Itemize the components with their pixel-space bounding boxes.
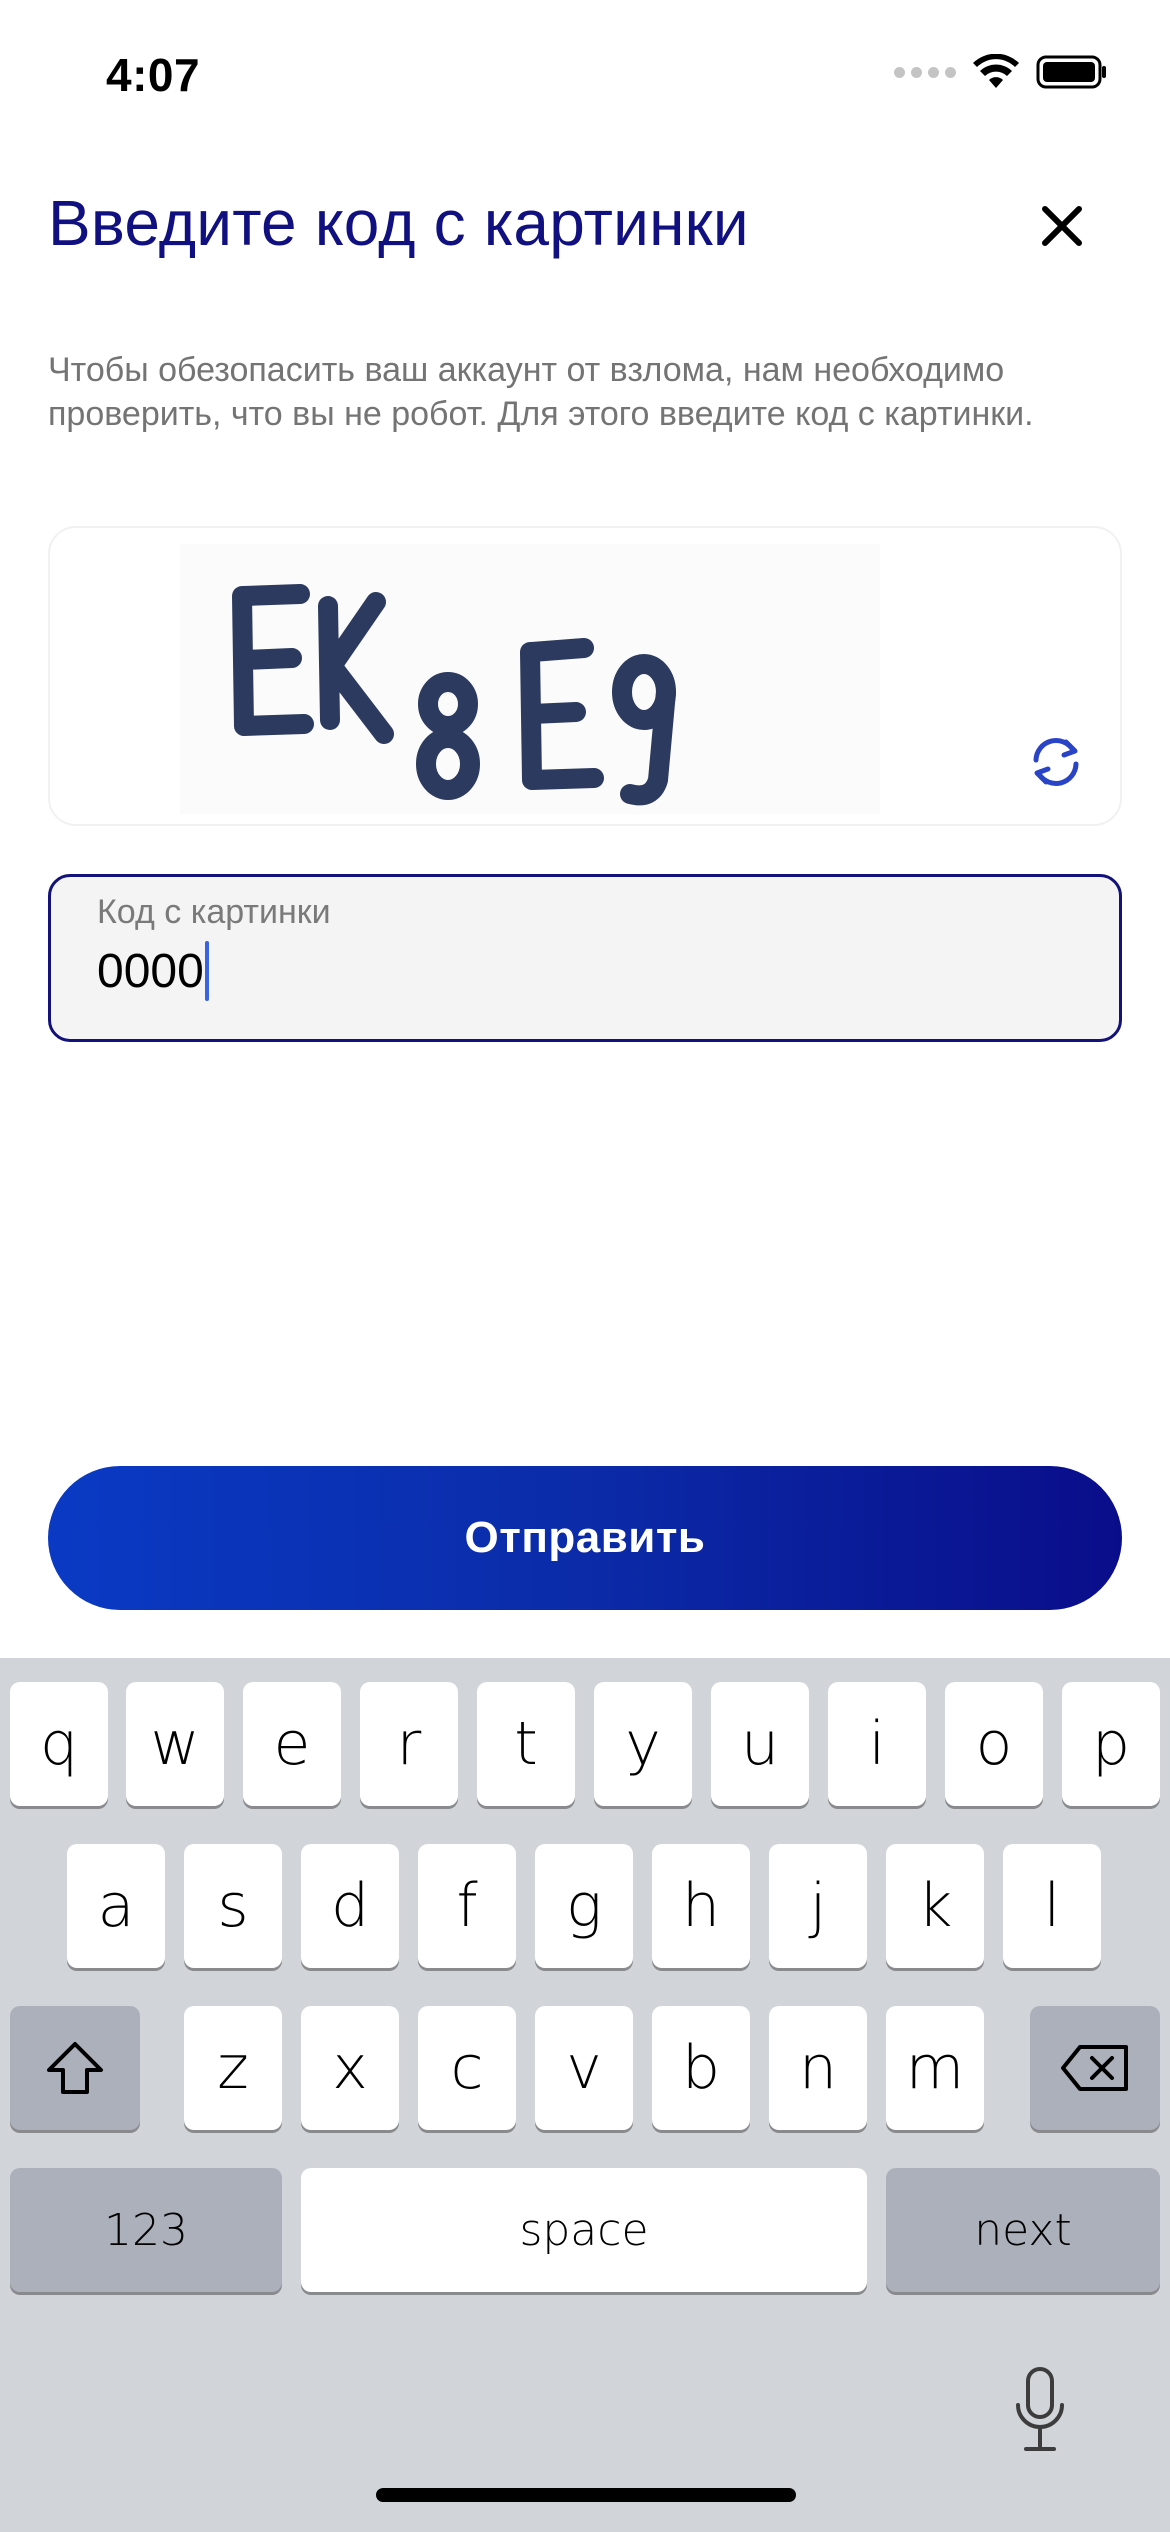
captcha-image <box>180 544 880 814</box>
input-label: Код с картинки <box>97 893 331 931</box>
submit-button[interactable]: Отправить <box>48 1466 1122 1610</box>
key-t[interactable]: t <box>477 1682 575 1806</box>
key-s[interactable]: s <box>184 1844 282 1968</box>
key-k[interactable]: k <box>886 1844 984 1968</box>
page-title: Введите код с картинки <box>48 187 749 259</box>
status-time: 4:07 <box>106 49 201 101</box>
key-q[interactable]: q <box>10 1682 108 1806</box>
text-caret <box>204 941 209 1001</box>
key-v[interactable]: v <box>535 2006 633 2130</box>
key-e[interactable]: e <box>243 1682 341 1806</box>
key-f[interactable]: f <box>418 1844 516 1968</box>
key-c[interactable]: c <box>418 2006 516 2130</box>
key-p[interactable]: p <box>1062 1682 1160 1806</box>
shift-key[interactable] <box>10 2006 140 2130</box>
backspace-key[interactable] <box>1030 2006 1160 2130</box>
close-button[interactable] <box>1026 190 1098 262</box>
key-n[interactable]: n <box>769 2006 867 2130</box>
input-value: 0000 <box>97 944 204 998</box>
next-key[interactable]: next <box>886 2168 1160 2292</box>
wifi-icon <box>973 54 1019 88</box>
key-a[interactable]: a <box>67 1844 165 1968</box>
key-b[interactable]: b <box>652 2006 750 2130</box>
key-z[interactable]: z <box>184 2006 282 2130</box>
status-icons <box>894 54 1108 90</box>
key-m[interactable]: m <box>886 2006 984 2130</box>
key-h[interactable]: h <box>652 1844 750 1968</box>
shift-icon <box>47 2042 103 2094</box>
cellular-signal-icon <box>894 66 956 78</box>
input-value-row: 0000 <box>97 939 209 1003</box>
key-i[interactable]: i <box>828 1682 926 1806</box>
key-w[interactable]: w <box>126 1682 224 1806</box>
home-indicator <box>376 2488 796 2502</box>
key-j[interactable]: j <box>769 1844 867 1968</box>
numbers-key[interactable]: 123 <box>10 2168 282 2292</box>
key-d[interactable]: d <box>301 1844 399 1968</box>
captcha-card <box>48 526 1122 826</box>
space-key[interactable]: space <box>301 2168 867 2292</box>
microphone-icon <box>1016 2367 1064 2451</box>
key-r[interactable]: r <box>360 1682 458 1806</box>
dictation-button[interactable] <box>1004 2360 1076 2460</box>
description-text: Чтобы обезопасить ваш аккаунт от взлома,… <box>48 351 1034 433</box>
captcha-code-input[interactable]: Код с картинки 0000 <box>48 874 1122 1042</box>
refresh-icon <box>1033 738 1079 786</box>
key-g[interactable]: g <box>535 1844 633 1968</box>
key-x[interactable]: x <box>301 2006 399 2130</box>
key-u[interactable]: u <box>711 1682 809 1806</box>
close-icon <box>1042 206 1082 246</box>
key-y[interactable]: y <box>594 1682 692 1806</box>
battery-icon <box>1036 55 1106 89</box>
backspace-icon <box>1061 2045 1128 2091</box>
key-o[interactable]: o <box>945 1682 1043 1806</box>
key-l[interactable]: l <box>1003 1844 1101 1968</box>
refresh-captcha-button[interactable] <box>1020 726 1092 798</box>
